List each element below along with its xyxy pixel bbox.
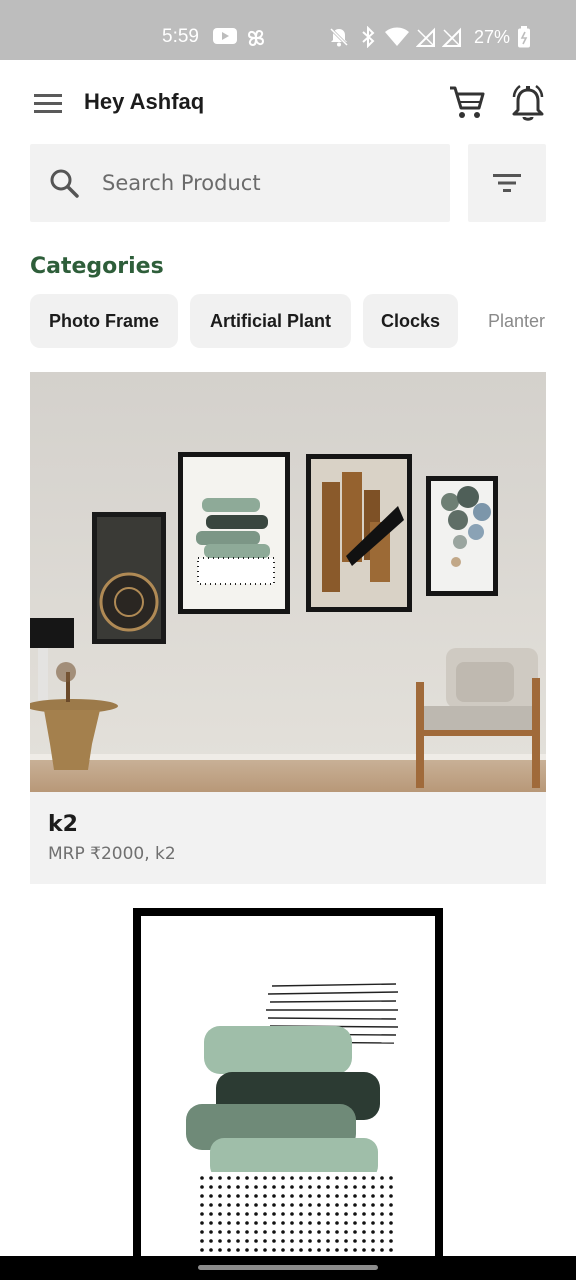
category-chip-artificial-plant[interactable]: Artificial Plant xyxy=(190,294,351,348)
no-signal-icon xyxy=(416,27,435,47)
battery-icon xyxy=(518,26,530,48)
product-card[interactable] xyxy=(0,906,576,1256)
product-card[interactable]: k2 MRP ₹2000, k2 xyxy=(30,372,546,884)
app-bar: Hey Ashfaq xyxy=(0,60,576,144)
product-image xyxy=(0,906,576,1256)
product-title: k2 xyxy=(48,812,78,837)
no-signal-icon xyxy=(442,27,461,47)
product-image xyxy=(30,372,546,792)
bell-icon xyxy=(512,84,544,121)
notifications-button[interactable] xyxy=(506,82,550,126)
youtube-icon xyxy=(213,28,237,44)
product-subtitle: MRP ₹2000, k2 xyxy=(48,844,176,864)
category-chips: Photo Frame Artificial Plant Clocks Plan… xyxy=(30,294,546,350)
filter-button[interactable] xyxy=(468,144,546,222)
search-box xyxy=(30,144,450,222)
menu-button[interactable] xyxy=(30,86,66,122)
system-nav-bar xyxy=(0,1256,576,1280)
status-bar: 5:59 27% xyxy=(0,0,576,60)
cart-icon xyxy=(450,86,485,118)
pinwheel-icon xyxy=(247,29,265,47)
cart-button[interactable] xyxy=(446,82,488,124)
greeting-title: Hey Ashfaq xyxy=(84,89,205,114)
battery-percent: 27% xyxy=(474,27,511,47)
search-icon xyxy=(50,169,79,198)
mute-icon xyxy=(329,27,349,47)
menu-icon xyxy=(34,94,62,113)
category-chip-clocks[interactable]: Clocks xyxy=(363,294,458,348)
category-chip-photo-frame[interactable]: Photo Frame xyxy=(30,294,178,348)
bluetooth-icon xyxy=(362,26,375,48)
status-time: 5:59 xyxy=(162,26,199,47)
home-gesture-handle[interactable] xyxy=(198,1265,378,1270)
search-input[interactable] xyxy=(102,158,432,208)
filter-icon xyxy=(493,174,521,192)
category-chip-planter[interactable]: Planter xyxy=(488,294,546,348)
categories-title: Categories xyxy=(30,254,164,279)
wifi-icon xyxy=(385,27,409,46)
